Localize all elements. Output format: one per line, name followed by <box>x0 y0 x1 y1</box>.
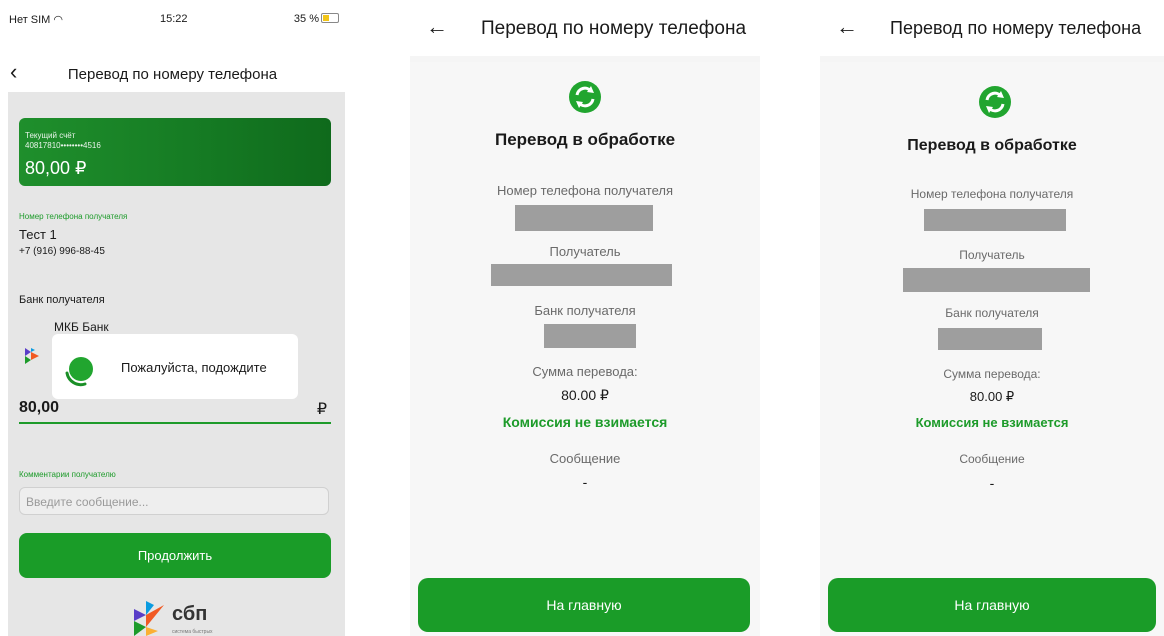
bank-label: Банк получателя <box>534 303 636 318</box>
amount-label: Сумма перевода: <box>532 364 638 379</box>
status-title: Перевод в обработке <box>907 137 1077 154</box>
fee-notice: Комиссия не взимается <box>915 415 1069 430</box>
clock: 15:22 <box>160 13 188 25</box>
message-label: Сообщение <box>549 451 621 466</box>
home-button[interactable]: На главную <box>828 578 1156 632</box>
transfer-result-screen-2: ← Перевод по номеру телефона Перевод в о… <box>820 0 1164 636</box>
redacted-recipient <box>491 264 672 286</box>
redacted-recipient <box>903 268 1090 292</box>
redacted-bank <box>938 328 1042 350</box>
redacted-phone <box>924 209 1066 231</box>
bank-label: Банк получателя <box>19 294 105 306</box>
sbp-text: сбп <box>172 603 208 625</box>
battery-icon <box>321 13 339 23</box>
recipient-label: Получатель <box>549 244 621 259</box>
amount-value: 80.00 ₽ <box>561 387 609 403</box>
recipient-label: Получатель <box>959 248 1025 262</box>
account-card[interactable]: Текущий счёт 40817810••••••••4516 80,00 … <box>19 118 331 186</box>
carrier-label: Нет SIM ◠ <box>9 14 64 26</box>
processing-status-icon <box>569 81 601 113</box>
amount-field[interactable]: 80,00 ₽ <box>19 398 331 424</box>
status-bar: Нет SIM ◠ 15:22 35 % <box>0 0 345 36</box>
amount-value: 80,00 <box>19 399 60 416</box>
back-arrow-icon[interactable]: ← <box>836 14 858 40</box>
message-value: - <box>989 475 995 491</box>
account-type: Текущий счёт <box>25 131 76 140</box>
message-value: - <box>582 474 588 490</box>
amount-value: 80.00 ₽ <box>969 389 1015 404</box>
message-label: Сообщение <box>959 452 1025 466</box>
account-number: 40817810••••••••4516 <box>25 141 101 150</box>
wifi-icon: ◠ <box>53 14 64 26</box>
header: ← Перевод по номеру телефона <box>820 0 1164 56</box>
page-title: Перевод по номеру телефона <box>890 18 1142 38</box>
battery-percent: 35 % <box>293 13 319 25</box>
amount-label: Сумма перевода: <box>943 367 1041 381</box>
status-title: Перевод в обработке <box>494 130 676 149</box>
redacted-phone <box>515 205 653 231</box>
bank-name[interactable]: МКБ Банк <box>54 320 109 334</box>
payment-form-screen: Нет SIM ◠ 15:22 35 % ‹ Перевод по номеру… <box>0 0 345 636</box>
continue-button[interactable]: Продолжить <box>19 533 331 578</box>
sbp-subtext: система быстрых <box>172 629 213 635</box>
comment-label: Комментарии получателю <box>19 470 116 479</box>
phone-label: Номер телефона получателя <box>496 183 673 198</box>
bank-label: Банк получателя <box>945 306 1039 320</box>
loading-spinner-icon <box>65 357 93 387</box>
transfer-result-screen-1: ← Перевод по номеру телефона Перевод в о… <box>410 0 760 636</box>
page-title: Перевод по номеру телефона <box>481 18 747 39</box>
nav-bar: ‹ Перевод по номеру телефона <box>0 58 345 92</box>
sbp-mini-icon <box>25 348 39 364</box>
back-arrow-icon[interactable]: ← <box>426 14 448 40</box>
page-title: Перевод по номеру телефона <box>67 66 278 83</box>
home-button[interactable]: На главную <box>418 578 750 632</box>
loading-message: Пожалуйста, подождите <box>121 360 267 375</box>
phone-label: Номер телефона получателя <box>910 187 1074 201</box>
comment-input[interactable]: Введите сообщение... <box>19 487 329 515</box>
sbp-logo: сбп система быстрых <box>134 601 224 636</box>
fee-notice: Комиссия не взимается <box>502 414 668 430</box>
currency-symbol: ₽ <box>316 401 327 418</box>
recipient-name: Тест 1 <box>19 227 57 242</box>
account-balance: 80,00 ₽ <box>25 158 87 178</box>
redacted-bank <box>544 324 636 348</box>
processing-status-icon <box>979 86 1011 118</box>
recipient-phone: +7 (916) 996-88-45 <box>19 246 105 257</box>
header: ← Перевод по номеру телефона <box>410 0 760 56</box>
recipient-label: Номер телефона получателя <box>19 212 128 221</box>
